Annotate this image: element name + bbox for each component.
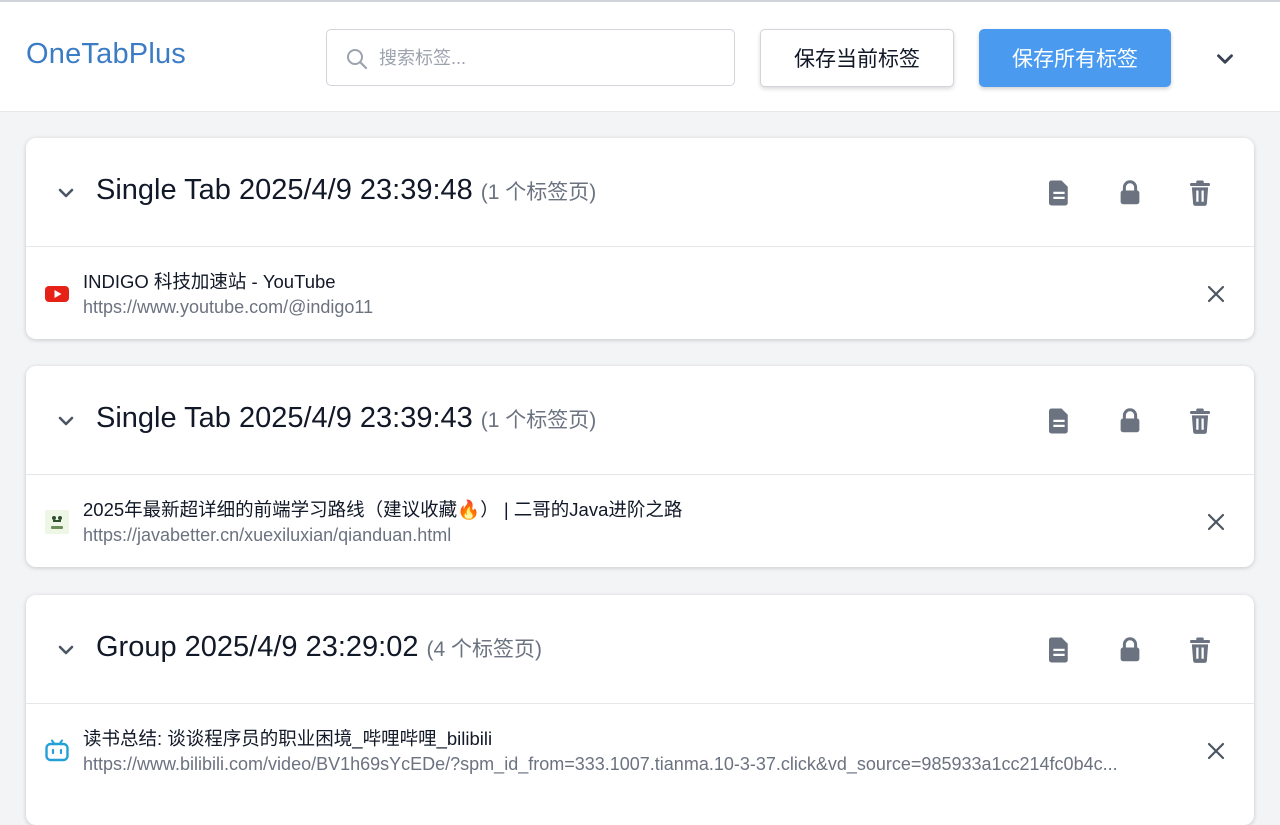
collapse-chevron-icon[interactable]	[54, 638, 78, 662]
group-title: Single Tab 2025/4/9 23:39:48 (1 个标签页)	[96, 174, 596, 207]
search-box[interactable]	[326, 29, 735, 87]
java-icon	[45, 510, 69, 534]
group-title-text: Single Tab 2025/4/9 23:39:48	[96, 174, 473, 206]
lock-icon[interactable]	[1115, 635, 1145, 665]
trash-icon[interactable]	[1185, 178, 1215, 208]
collapse-chevron-icon[interactable]	[54, 181, 78, 205]
save-current-tab-button[interactable]: 保存当前标签	[760, 29, 954, 87]
search-input[interactable]	[377, 30, 721, 87]
group-title: Group 2025/4/9 23:29:02 (4 个标签页)	[96, 631, 542, 664]
group-header: Single Tab 2025/4/9 23:39:48 (1 个标签页)	[26, 138, 1254, 247]
group-tab-count: (4 个标签页)	[426, 638, 542, 661]
tab-title-link[interactable]: INDIGO 科技加速站 - YouTube	[83, 268, 336, 294]
collapse-chevron-icon[interactable]	[54, 409, 78, 433]
group-title-text: Group 2025/4/9 23:29:02	[96, 631, 419, 663]
group-title-text: Single Tab 2025/4/9 23:39:43	[96, 402, 473, 434]
tab-item: 2025年最新超详细的前端学习路线（建议收藏🔥） | 二哥的Java进阶之路 h…	[26, 475, 1254, 567]
close-icon[interactable]	[1204, 282, 1228, 306]
bilibili-icon	[45, 739, 69, 762]
document-icon[interactable]	[1044, 406, 1074, 436]
group-title: Single Tab 2025/4/9 23:39:43 (1 个标签页)	[96, 402, 596, 435]
app-header: OneTabPlus 保存当前标签 保存所有标签	[0, 2, 1280, 112]
document-icon[interactable]	[1044, 178, 1074, 208]
tab-title-link[interactable]: 2025年最新超详细的前端学习路线（建议收藏🔥） | 二哥的Java进阶之路	[83, 496, 682, 522]
save-all-tabs-button[interactable]: 保存所有标签	[979, 29, 1171, 87]
close-icon[interactable]	[1204, 510, 1228, 534]
lock-icon[interactable]	[1115, 178, 1145, 208]
chevron-down-icon[interactable]	[1212, 46, 1238, 72]
close-icon[interactable]	[1204, 739, 1228, 763]
app-title: OneTabPlus	[26, 38, 186, 70]
tab-url: https://www.bilibili.com/video/BV1h69sYc…	[83, 754, 1118, 774]
group-tab-count: (1 个标签页)	[480, 181, 597, 204]
search-icon	[347, 49, 368, 70]
tab-item: 读书总结: 谈谈程序员的职业困境_哔哩哔哩_bilibili https://w…	[26, 704, 1254, 796]
tab-group: Single Tab 2025/4/9 23:39:48 (1 个标签页) IND…	[26, 138, 1254, 339]
tab-group: Single Tab 2025/4/9 23:39:43 (1 个标签页) 202	[26, 366, 1254, 567]
group-header: Group 2025/4/9 23:29:02 (4 个标签页)	[26, 595, 1254, 704]
tab-title-link[interactable]: 读书总结: 谈谈程序员的职业困境_哔哩哔哩_bilibili	[83, 725, 492, 751]
tab-url: https://www.youtube.com/@indigo11	[83, 297, 374, 317]
group-tab-count: (1 个标签页)	[480, 409, 597, 432]
tab-item: INDIGO 科技加速站 - YouTube https://www.youtu…	[26, 247, 1254, 339]
tab-group: Group 2025/4/9 23:29:02 (4 个标签页) 读书总结: 谈谈	[26, 595, 1254, 825]
document-icon[interactable]	[1044, 635, 1074, 665]
trash-icon[interactable]	[1185, 635, 1215, 665]
tab-url: https://javabetter.cn/xuexiluxian/qiandu…	[83, 525, 452, 545]
group-header: Single Tab 2025/4/9 23:39:43 (1 个标签页)	[26, 366, 1254, 475]
lock-icon[interactable]	[1115, 406, 1145, 436]
youtube-icon	[45, 286, 69, 302]
trash-icon[interactable]	[1185, 406, 1215, 436]
